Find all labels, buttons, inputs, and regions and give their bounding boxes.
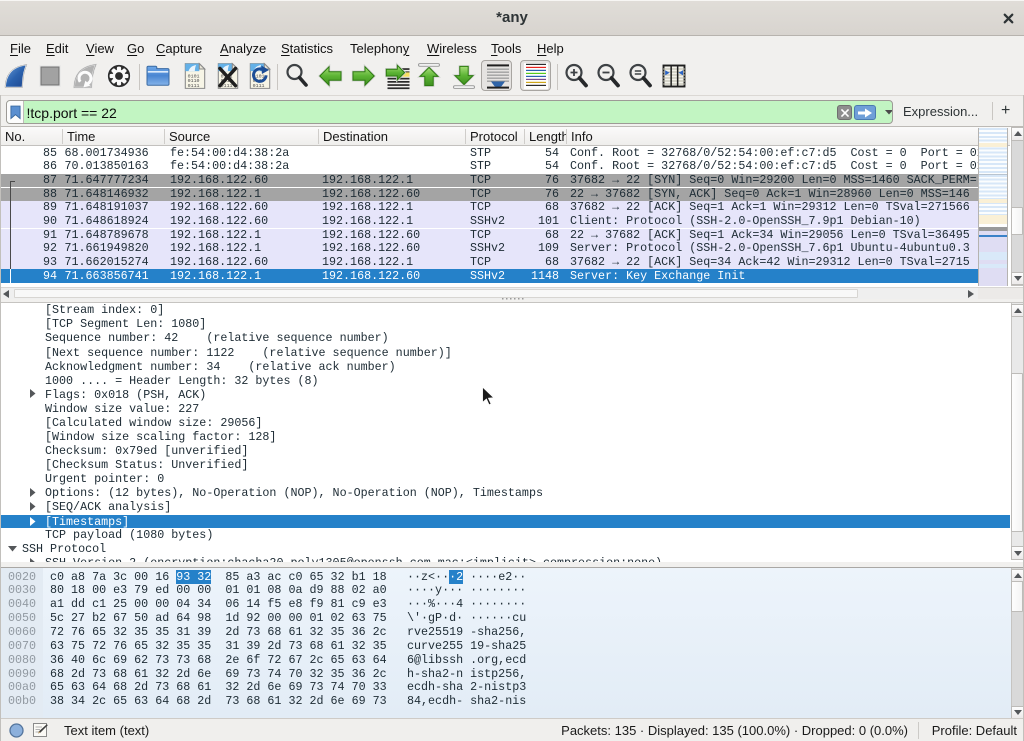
svg-text:0111: 0111 (252, 83, 264, 89)
svg-text:0111: 0111 (188, 83, 200, 89)
